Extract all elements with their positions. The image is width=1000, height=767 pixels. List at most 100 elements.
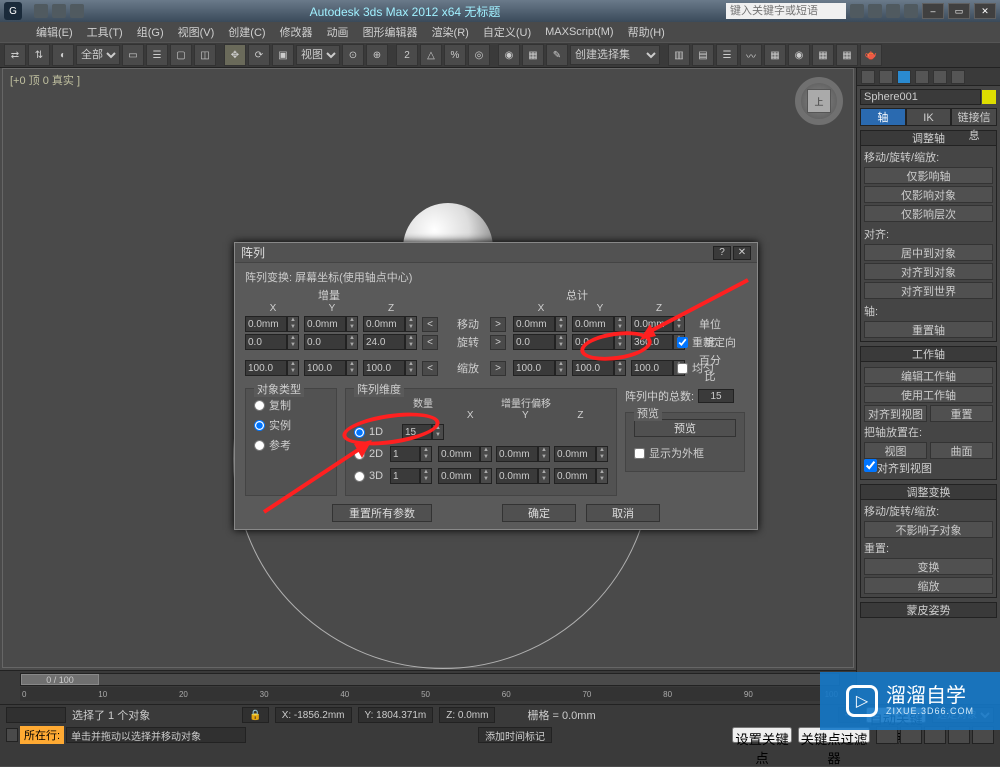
status-lock-icon[interactable]: 🔒 <box>242 707 268 723</box>
chk-reorient[interactable] <box>677 337 688 348</box>
count-3d[interactable]: ▲▼ <box>390 468 432 484</box>
coord-y[interactable]: Y: 1804.371m <box>358 707 434 723</box>
btn-edit-working-pivot[interactable]: 编辑工作轴 <box>864 367 993 384</box>
tool-layers-icon[interactable]: ☰ <box>716 44 738 66</box>
status-prompt-input[interactable] <box>66 727 246 743</box>
tool-scale-icon[interactable]: ▣ <box>272 44 294 66</box>
menu-create[interactable]: 创建(C) <box>222 22 271 42</box>
btn-align-to-world[interactable]: 对齐到世界 <box>864 282 993 299</box>
menu-animation[interactable]: 动画 <box>321 22 355 42</box>
move-inc-z[interactable]: ▲▼ <box>363 316 417 332</box>
status-script-button[interactable] <box>6 707 66 723</box>
tool-mirror-icon[interactable]: ▥ <box>668 44 690 66</box>
rot-left-button[interactable]: < <box>422 335 438 350</box>
tool-rfw-icon[interactable]: ▦ <box>836 44 858 66</box>
rollout-skin-pose-header[interactable]: 蒙皮姿势 <box>860 602 997 618</box>
tool-window-icon[interactable]: ◫ <box>194 44 216 66</box>
move-tot-y[interactable]: ▲▼ <box>572 316 626 332</box>
time-ruler[interactable]: 0102030405060708090100 <box>20 687 840 701</box>
radio-2d[interactable] <box>354 449 365 460</box>
menu-views[interactable]: 视图(V) <box>172 22 221 42</box>
tool-ssnap-icon[interactable]: ◎ <box>468 44 490 66</box>
prompt-arrow-icon[interactable] <box>6 728 18 742</box>
btn-reset-transform[interactable]: 变换 <box>864 558 993 575</box>
window-close-button[interactable]: ✕ <box>974 3 996 19</box>
scale-left-button[interactable]: < <box>422 361 438 376</box>
btn-cancel[interactable]: 取消 <box>586 504 660 522</box>
window-restore-button[interactable]: ▭ <box>948 3 970 19</box>
tool-unlink-icon[interactable]: ⇅ <box>28 44 50 66</box>
tool-a1-icon[interactable]: ◉ <box>498 44 520 66</box>
scale-inc-y[interactable]: ▲▼ <box>304 360 358 376</box>
btn-reset-all[interactable]: 重置所有参数 <box>332 504 432 522</box>
btn-reset-axis[interactable]: 重置轴 <box>864 321 993 338</box>
btn-ok[interactable]: 确定 <box>502 504 576 522</box>
menu-maxscript[interactable]: MAXScript(M) <box>539 24 619 40</box>
menu-help[interactable]: 帮助(H) <box>622 22 671 42</box>
tool-render-setup-icon[interactable]: ▦ <box>812 44 834 66</box>
btn-reset-scale[interactable]: 缩放 <box>864 577 993 594</box>
tb-redo-icon[interactable] <box>52 4 66 18</box>
cmd-tab-hierarchy-icon[interactable] <box>897 70 911 84</box>
btn-use-working-pivot[interactable]: 使用工作轴 <box>864 386 993 403</box>
selection-filter-select[interactable]: 全部 <box>76 45 120 65</box>
tool-bind-icon[interactable]: ◐ <box>52 44 74 66</box>
cmd-tab-display-icon[interactable] <box>933 70 947 84</box>
btn-dont-affect-children[interactable]: 不影响子对象 <box>864 521 993 538</box>
scale-tot-y[interactable]: ▲▼ <box>572 360 626 376</box>
menu-rendering[interactable]: 渲染(R) <box>426 22 475 42</box>
subtab-linkinfo[interactable]: 链接信息 <box>951 108 997 126</box>
tool-asnap-icon[interactable]: △ <box>420 44 442 66</box>
radio-1d[interactable] <box>354 427 365 438</box>
named-sel-set-select[interactable]: 创建选择集 <box>570 45 660 65</box>
off2d-x[interactable]: ▲▼ <box>438 446 492 462</box>
move-inc-x[interactable]: ▲▼ <box>245 316 299 332</box>
move-inc-y[interactable]: ▲▼ <box>304 316 358 332</box>
move-tot-z[interactable]: ▲▼ <box>631 316 685 332</box>
help-icon[interactable] <box>868 4 882 18</box>
rollout-working-pivot-header[interactable]: 工作轴 <box>860 346 997 362</box>
rot-inc-x[interactable]: ▲▼ <box>245 334 299 350</box>
btn-reset-wp[interactable]: 重置 <box>930 405 993 422</box>
tool-manip-icon[interactable]: ⊕ <box>366 44 388 66</box>
object-color-swatch[interactable] <box>982 90 996 104</box>
object-name-input[interactable] <box>860 89 981 105</box>
menu-customize[interactable]: 自定义(U) <box>477 22 537 42</box>
viewcube-face[interactable]: 上 <box>807 89 831 113</box>
btn-affect-pivot[interactable]: 仅影响轴 <box>864 167 993 184</box>
chk-uniform[interactable] <box>677 363 688 374</box>
time-slider[interactable]: 0 / 100 <box>20 673 840 686</box>
radio-copy[interactable] <box>254 400 265 411</box>
scale-right-button[interactable]: > <box>490 361 506 376</box>
tool-link-icon[interactable]: ⇄ <box>4 44 26 66</box>
btn-affect-object[interactable]: 仅影响对象 <box>864 186 993 203</box>
off2d-z[interactable]: ▲▼ <box>554 446 608 462</box>
off3d-y[interactable]: ▲▼ <box>496 468 550 484</box>
menu-tools[interactable]: 工具(T) <box>81 22 129 42</box>
tool-a2-icon[interactable]: ▦ <box>522 44 544 66</box>
chk-align-to-view[interactable] <box>864 459 877 472</box>
lbl-add-time-tag[interactable]: 添加时间标记 <box>478 727 552 743</box>
tool-pivot-icon[interactable]: ⊙ <box>342 44 364 66</box>
viewcube[interactable]: 上 <box>795 77 843 125</box>
star-icon[interactable] <box>886 4 900 18</box>
cmd-tab-utilities-icon[interactable] <box>951 70 965 84</box>
rollout-adjust-transform-header[interactable]: 调整变换 <box>860 484 997 500</box>
tool-curve-icon[interactable]: 〰 <box>740 44 762 66</box>
count-2d[interactable]: ▲▼ <box>390 446 432 462</box>
dialog-close-button[interactable]: ✕ <box>733 246 751 260</box>
menu-group[interactable]: 组(G) <box>131 22 170 42</box>
tool-matedit-icon[interactable]: ◉ <box>788 44 810 66</box>
coord-x[interactable]: X: -1856.2mm <box>275 707 352 723</box>
tool-align-icon[interactable]: ▤ <box>692 44 714 66</box>
tb-open-icon[interactable] <box>70 4 84 18</box>
rot-tot-x[interactable]: ▲▼ <box>513 334 567 350</box>
rot-inc-y[interactable]: ▲▼ <box>304 334 358 350</box>
dialog-help-button[interactable]: ? <box>713 246 731 260</box>
scale-inc-x[interactable]: ▲▼ <box>245 360 299 376</box>
search-icon[interactable] <box>850 4 864 18</box>
tool-render-icon[interactable]: 🫖 <box>860 44 882 66</box>
count-1d[interactable]: ▲▼ <box>402 424 444 440</box>
cmd-tab-modify-icon[interactable] <box>879 70 893 84</box>
tool-select-icon[interactable]: ▭ <box>122 44 144 66</box>
